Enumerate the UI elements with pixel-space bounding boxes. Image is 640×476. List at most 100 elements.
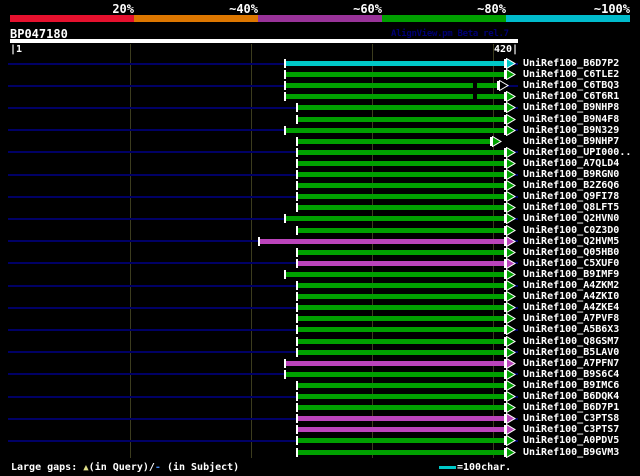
hit-label[interactable]: UniRef100_B9GVM3 bbox=[523, 447, 619, 458]
scale-label: =100char. bbox=[457, 462, 512, 473]
hit-label[interactable]: UniRef100_B9N329 bbox=[523, 125, 619, 136]
hit-bar[interactable] bbox=[297, 205, 504, 211]
hit-bar[interactable] bbox=[297, 305, 504, 311]
hit-label[interactable]: UniRef100_C3PTS7 bbox=[523, 424, 619, 435]
hit-bar[interactable] bbox=[297, 105, 504, 111]
hit-label[interactable]: UniRef100_A4ZKM2 bbox=[523, 280, 619, 291]
hit-label[interactable]: UniRef100_Q05HB0 bbox=[523, 247, 619, 258]
alignment-row: UniRef100_C3PTS8 bbox=[0, 413, 640, 425]
hit-arrow-icon bbox=[506, 69, 516, 81]
hit-bar[interactable] bbox=[297, 438, 504, 444]
hit-label[interactable]: UniRef100_B9NHP8 bbox=[523, 102, 619, 113]
hit-bar[interactable] bbox=[297, 327, 504, 333]
alignment-row: UniRef100_C3PTS7 bbox=[0, 424, 640, 436]
hit-label[interactable]: UniRef100_A4ZKE4 bbox=[523, 302, 619, 313]
alignment-start-tick bbox=[296, 314, 298, 324]
alignment-start-tick bbox=[284, 269, 286, 279]
hit-bar[interactable] bbox=[297, 138, 490, 144]
hit-label[interactable]: UniRef100_B9S6C4 bbox=[523, 369, 619, 380]
hit-label[interactable]: UniRef100_Q9FI78 bbox=[523, 191, 619, 202]
alignment-start-tick bbox=[296, 347, 298, 357]
hit-label[interactable]: UniRef100_A7PFN7 bbox=[523, 358, 619, 369]
hit-label[interactable]: UniRef100_B6D7P1 bbox=[523, 402, 619, 413]
hit-bar[interactable] bbox=[297, 283, 504, 288]
alignment-start-tick bbox=[296, 292, 298, 302]
hit-label[interactable]: UniRef100_A4ZKI0 bbox=[523, 291, 619, 302]
hit-arrow-icon bbox=[506, 368, 516, 380]
hit-label[interactable]: UniRef100_UPI000.. bbox=[523, 147, 631, 158]
hit-bar[interactable] bbox=[297, 427, 504, 433]
hit-arrow-icon bbox=[506, 58, 516, 69]
alignment-start-tick bbox=[296, 436, 298, 446]
alignment-row: UniRef100_B9S6C4 bbox=[0, 368, 640, 380]
hit-bar[interactable] bbox=[285, 127, 504, 133]
hit-bar[interactable] bbox=[285, 216, 504, 222]
hit-bar[interactable] bbox=[297, 316, 504, 322]
hit-label[interactable]: UniRef100_B9NHP7 bbox=[523, 136, 619, 147]
hit-label[interactable]: UniRef100_Q8GSM7 bbox=[523, 336, 619, 347]
hit-label[interactable]: UniRef100_B5LAV0 bbox=[523, 347, 619, 358]
hit-bar[interactable] bbox=[297, 405, 504, 411]
alignment-start-tick bbox=[296, 181, 298, 191]
hit-bar[interactable] bbox=[297, 260, 504, 266]
hit-label[interactable]: UniRef100_C3PTS8 bbox=[523, 413, 619, 424]
hit-bar[interactable] bbox=[297, 449, 504, 455]
hit-label[interactable]: UniRef100_B9IMF9 bbox=[523, 269, 619, 280]
hit-label[interactable]: UniRef100_B6D7P2 bbox=[523, 58, 619, 69]
hit-bar[interactable] bbox=[285, 371, 504, 377]
alignment-start-tick bbox=[284, 92, 286, 102]
hit-label[interactable]: UniRef100_C0Z3D0 bbox=[523, 225, 619, 236]
alignment-row: UniRef100_B9NHP7 bbox=[0, 135, 640, 147]
hit-bar[interactable] bbox=[285, 94, 504, 100]
hit-label[interactable]: UniRef100_C6TBQ3 bbox=[523, 80, 619, 91]
hit-label[interactable]: UniRef100_B2Z6Q6 bbox=[523, 180, 619, 191]
hit-arrow-icon bbox=[506, 213, 516, 225]
hit-bar[interactable] bbox=[297, 149, 504, 155]
hit-label[interactable]: UniRef100_B9IMC6 bbox=[523, 380, 619, 391]
hit-label[interactable]: UniRef100_B9N4F8 bbox=[523, 114, 619, 125]
hit-bar[interactable] bbox=[259, 238, 504, 244]
hit-arrow-icon bbox=[506, 157, 516, 169]
hit-bar[interactable] bbox=[285, 83, 497, 89]
hit-bar[interactable] bbox=[285, 271, 504, 277]
alignment-start-tick bbox=[284, 125, 286, 135]
hit-bar[interactable] bbox=[285, 72, 504, 78]
hit-label[interactable]: UniRef100_A7PVF8 bbox=[523, 313, 619, 324]
alignment-row: UniRef100_B2Z6Q6 bbox=[0, 180, 640, 192]
hit-bar[interactable] bbox=[297, 382, 504, 388]
hit-bar[interactable] bbox=[297, 349, 504, 355]
hit-bar[interactable] bbox=[297, 160, 504, 166]
hit-arrow-icon bbox=[506, 446, 516, 458]
hit-bar[interactable] bbox=[297, 183, 504, 189]
hit-label[interactable]: UniRef100_A7QLD4 bbox=[523, 158, 619, 169]
hit-bar[interactable] bbox=[297, 194, 504, 200]
alignment-start-tick bbox=[296, 192, 298, 202]
hit-bar[interactable] bbox=[297, 416, 504, 422]
hit-bar[interactable] bbox=[297, 227, 504, 233]
hit-bar[interactable] bbox=[297, 249, 504, 255]
hit-bar[interactable] bbox=[297, 394, 504, 399]
hit-arrow-icon bbox=[506, 191, 516, 203]
hit-bar[interactable] bbox=[297, 294, 504, 300]
alignment-start-tick bbox=[284, 70, 286, 80]
hit-bar[interactable] bbox=[285, 360, 504, 366]
hit-bar[interactable] bbox=[297, 172, 504, 177]
hit-arrow-icon bbox=[506, 435, 516, 447]
hit-label[interactable]: UniRef100_Q8LFT5 bbox=[523, 202, 619, 213]
hit-label[interactable]: UniRef100_C6T6R1 bbox=[523, 91, 619, 102]
hit-bar[interactable] bbox=[297, 116, 504, 122]
alignment-start-tick bbox=[296, 336, 298, 346]
hit-label[interactable]: UniRef100_A0PDV5 bbox=[523, 435, 619, 446]
hit-label[interactable]: UniRef100_Q2HVM5 bbox=[523, 236, 619, 247]
alignment-row: UniRef100_C6T6R1 bbox=[0, 91, 640, 103]
hit-label[interactable]: UniRef100_C5XUF0 bbox=[523, 258, 619, 269]
hit-label[interactable]: UniRef100_B6DQK4 bbox=[523, 391, 619, 402]
alignment-plot: UniRef100_B6D7P2 UniRef100_C6TLE2 UniRef10… bbox=[0, 0, 640, 476]
alignment-start-tick bbox=[296, 392, 298, 401]
hit-bar[interactable] bbox=[285, 61, 504, 66]
hit-label[interactable]: UniRef100_Q2HVN0 bbox=[523, 213, 619, 224]
hit-bar[interactable] bbox=[297, 338, 504, 344]
hit-label[interactable]: UniRef100_C6TLE2 bbox=[523, 69, 619, 80]
hit-label[interactable]: UniRef100_B9RGN0 bbox=[523, 169, 619, 180]
hit-label[interactable]: UniRef100_A5B6X3 bbox=[523, 324, 619, 335]
